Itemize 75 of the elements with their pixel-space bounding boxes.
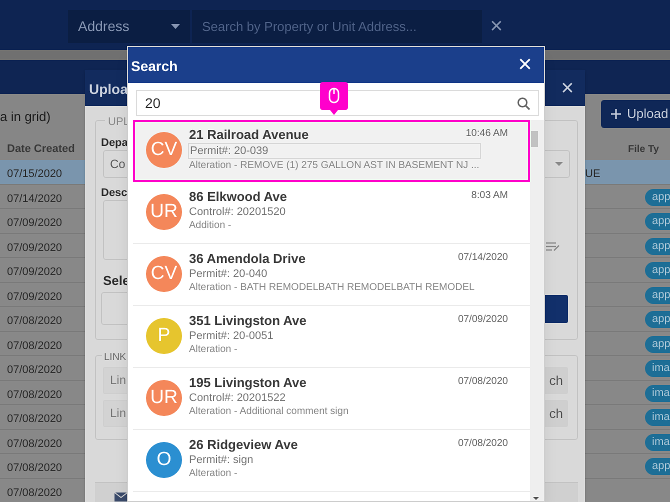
table-cell-text: 07/08/2020 (7, 363, 62, 378)
table-cell-text: 07/09/2020 (7, 240, 62, 256)
search-field[interactable]: 20 (136, 90, 539, 116)
dialog-title: Search (131, 57, 178, 76)
scroll-down-icon[interactable] (533, 497, 539, 500)
file-type-tag: app (645, 213, 670, 230)
table-cell-text: 07/08/2020 (7, 412, 62, 427)
avatar-initials: UR (146, 194, 182, 230)
table-cell-text: 07/09/2020 (7, 290, 62, 304)
result-address: 36 Amendola Drive (189, 251, 306, 267)
filter-dropdown[interactable]: Address (68, 10, 190, 43)
avatar-initials: P (146, 318, 182, 354)
mail-icon[interactable] (114, 492, 128, 502)
result-time: 07/09/2020 (458, 313, 508, 327)
field-label: Desc (101, 186, 128, 201)
file-type-tag: ima (645, 409, 670, 426)
result-number: Permit#: sign (189, 453, 254, 467)
result-number: Permit#: 20-0051 (189, 329, 274, 343)
result-number: Control#: 20201522 (189, 391, 287, 405)
result-time: 07/14/2020 (458, 251, 508, 265)
caret-icon (171, 24, 180, 29)
result-number: Control#: 20201520 (189, 205, 287, 219)
result-description: Alteration - (189, 343, 238, 357)
result-time: 8:03 AM (471, 189, 508, 203)
column-header: File Ty (628, 143, 659, 157)
upload-button[interactable]: Upload (601, 100, 670, 128)
result-address: 26 Ridgeview Ave (189, 437, 298, 453)
search-icon[interactable] (517, 96, 530, 110)
dialog-title: Uploa (89, 80, 128, 99)
file-type-tag: app (645, 262, 670, 279)
result-time: 07/08/2020 (458, 437, 508, 451)
toolbar-text: a in grid) (0, 108, 51, 126)
table-cell-text: 07/08/2020 (7, 486, 62, 500)
file-type-tag: app (645, 458, 670, 475)
column-header: Date Created (7, 142, 75, 157)
result-address: 86 Elkwood Ave (189, 189, 288, 205)
result-time: 07/08/2020 (458, 375, 508, 389)
result-address: 351 Livingston Ave (189, 313, 307, 329)
table-cell-text: 07/15/2020 (7, 167, 62, 182)
edit-lines-icon[interactable] (546, 242, 560, 251)
file-type-tag: app (645, 311, 670, 328)
search-result[interactable]: CV 21 Railroad Avenue 10:46 AM Permit#: 20-039 Alteration - REMOVE (1) 275 GALLON AST IN BASEMENT NJ ... (133, 120, 530, 182)
table-cell-text: 07/08/2020 (7, 314, 62, 329)
table-cell-text: 07/08/2020 (7, 338, 62, 354)
table-cell-text: 07/08/2020 (7, 388, 62, 402)
result-description: Alteration - REMOVE (1) 275 GALLON AST IN BASEMENT NJ ... (189, 159, 480, 173)
caret-icon (555, 162, 563, 166)
mouse-callout-icon (320, 82, 348, 115)
result-address: 21 Railroad Avenue (189, 127, 309, 143)
result-description: Addition - (189, 219, 232, 233)
plus-icon (611, 109, 621, 119)
file-type-tag: ima (645, 360, 670, 377)
avatar-initials: UR (146, 380, 182, 416)
result-address: 195 Livingston Ave (189, 375, 307, 391)
field-label: Depa (101, 136, 128, 151)
close-button[interactable]: × (561, 76, 574, 100)
table-cell-text: 07/08/2020 (7, 436, 62, 452)
table-cell-text: 07/08/2020 (7, 461, 62, 476)
table-cell-text: 07/09/2020 (7, 216, 62, 231)
table-cell-text: 07/14/2020 (7, 192, 62, 206)
scrollbar-thumb[interactable] (531, 131, 538, 147)
result-description: Alteration - Additional comment sign (189, 405, 350, 419)
search-field[interactable]: Search by Property or Unit Address... (192, 10, 482, 43)
avatar-initials: CV (146, 132, 182, 168)
avatar-initials: O (146, 442, 182, 478)
result-number: Permit#: 20-040 (189, 267, 268, 281)
avatar-initials: CV (146, 256, 182, 292)
table-cell-text: 07/09/2020 (7, 265, 62, 280)
result-time: 10:46 AM (466, 127, 508, 141)
result-description: Alteration - (189, 467, 238, 481)
close-button[interactable]: × (518, 52, 532, 78)
result-number: Permit#: 20-039 (188, 143, 481, 159)
result-description: Alteration - BATH REMODELBATH REMODELBATH REMODEL (189, 281, 476, 295)
table-cell-text: UE (585, 167, 600, 182)
clear-button[interactable]: × (490, 14, 503, 38)
